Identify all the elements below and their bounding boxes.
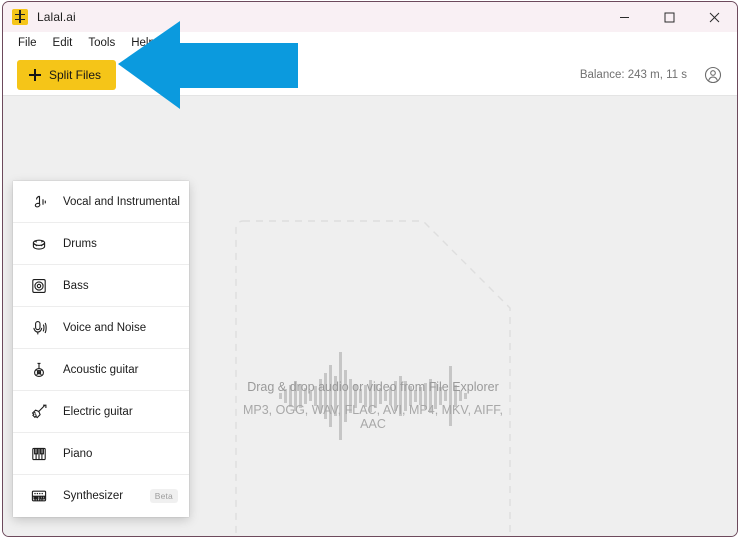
dropdown-item-voice-and-noise[interactable]: Voice and Noise [13, 307, 189, 349]
dropdown-item-label: Acoustic guitar [63, 364, 138, 376]
dropdown-item-label: Vocal and Instrumental [63, 196, 180, 208]
acoustic-guitar-icon [29, 360, 49, 380]
dropdown-item-label: Drums [63, 238, 97, 250]
split-files-label: Split Files [49, 68, 101, 82]
dropdown-item-label: Bass [63, 280, 89, 292]
microphone-icon [29, 318, 49, 338]
speaker-icon [29, 276, 49, 296]
dropdown-item-label: Synthesizer [63, 490, 123, 502]
minimize-icon[interactable] [602, 2, 647, 32]
menu-item-help[interactable]: Help [123, 35, 163, 51]
dropdown-item-label: Piano [63, 448, 92, 460]
drop-zone-primary-text: Drag & drop audio or video from File Exp… [235, 380, 511, 394]
plus-icon [29, 69, 41, 81]
toolbar: Split Files Balance: 243 m, 11 s [3, 54, 737, 96]
lalal-logo-icon [12, 9, 28, 25]
dropdown-item-synthesizer[interactable]: Synthesizer Beta [13, 475, 189, 517]
synthesizer-icon [29, 486, 49, 506]
title-bar: Lalal.ai [3, 2, 737, 32]
dropdown-item-label: Electric guitar [63, 406, 133, 418]
menu-item-edit[interactable]: Edit [45, 35, 81, 51]
content-area: Drag & drop audio or video from File Exp… [3, 96, 737, 537]
app-window: Lalal.ai File Edit Tools Help Split File… [2, 1, 738, 537]
user-account-icon[interactable] [703, 65, 723, 85]
piano-icon [29, 444, 49, 464]
split-files-button[interactable]: Split Files [17, 60, 116, 90]
dropdown-item-electric-guitar[interactable]: Electric guitar [13, 391, 189, 433]
toolbar-right-group: Balance: 243 m, 11 s [580, 65, 737, 85]
drum-icon [29, 234, 49, 254]
music-note-icon [29, 192, 49, 212]
dropdown-item-piano[interactable]: Piano [13, 433, 189, 475]
maximize-icon[interactable] [647, 2, 692, 32]
drop-zone-text: Drag & drop audio or video from File Exp… [235, 380, 511, 431]
dropdown-item-drums[interactable]: Drums [13, 223, 189, 265]
menu-bar: File Edit Tools Help [3, 32, 737, 54]
drop-zone-formats-text: MP3, OGG, WAV, FLAC, AVI, MP4, MKV, AIFF… [235, 403, 511, 431]
split-files-dropdown-menu: Vocal and Instrumental Drums [13, 181, 189, 517]
menu-item-tools[interactable]: Tools [80, 35, 123, 51]
beta-badge: Beta [150, 489, 178, 503]
window-controls [602, 2, 737, 32]
dropdown-item-vocal-and-instrumental[interactable]: Vocal and Instrumental [13, 181, 189, 223]
menu-item-file[interactable]: File [10, 35, 45, 51]
dropdown-item-acoustic-guitar[interactable]: Acoustic guitar [13, 349, 189, 391]
electric-guitar-icon [29, 402, 49, 422]
dropdown-item-bass[interactable]: Bass [13, 265, 189, 307]
file-drop-zone[interactable]: Drag & drop audio or video from File Exp… [235, 220, 511, 537]
close-icon[interactable] [692, 2, 737, 32]
dropdown-item-label: Voice and Noise [63, 322, 146, 334]
balance-label: Balance: 243 m, 11 s [580, 69, 687, 81]
window-title: Lalal.ai [37, 10, 76, 24]
